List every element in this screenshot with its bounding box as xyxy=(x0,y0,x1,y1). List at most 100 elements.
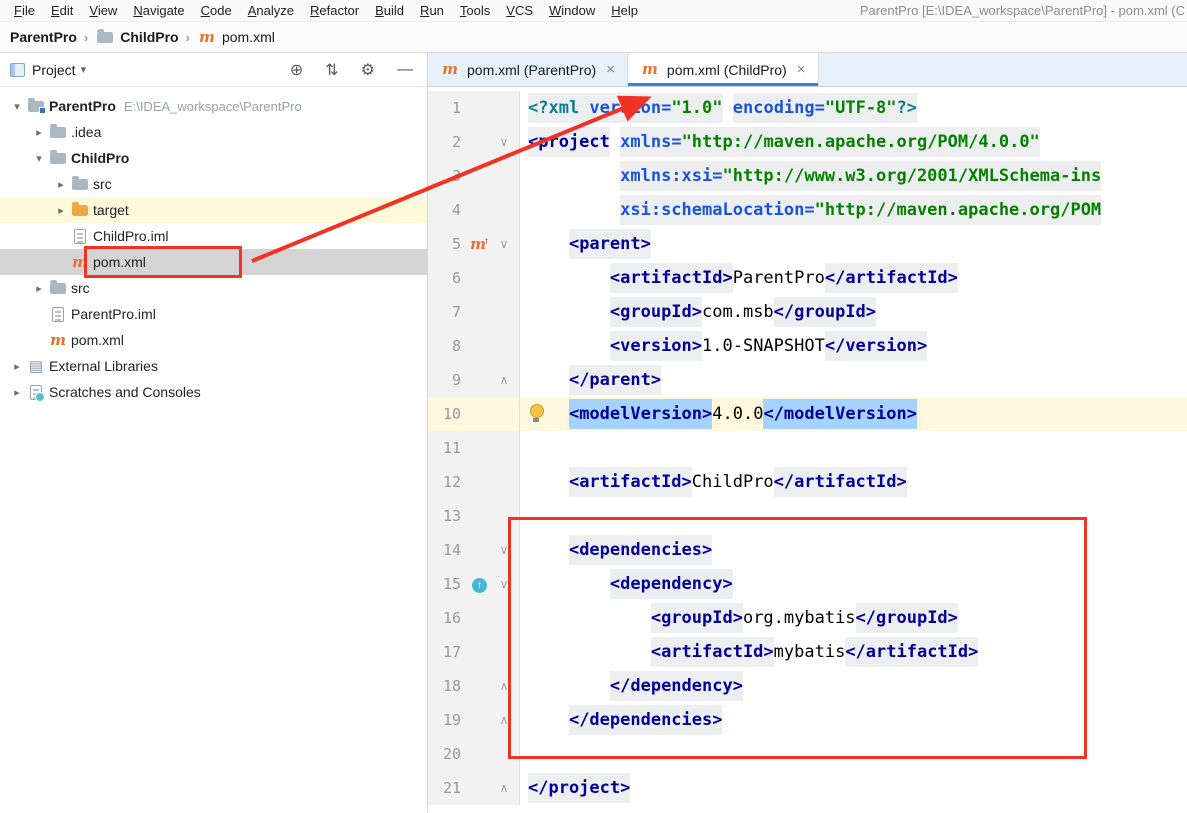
close-tab-icon[interactable]: × xyxy=(606,61,615,78)
code-line-4[interactable]: 4 xsi:schemaLocation="http://maven.apach… xyxy=(428,193,1187,227)
menu-item-vcs[interactable]: VCS xyxy=(498,2,541,19)
editor-tab-pom-xml-parentpro[interactable]: m pom.xml (ParentPro) × xyxy=(428,53,628,86)
close-tab-icon[interactable]: × xyxy=(797,61,806,78)
tree-item-pom-xml[interactable]: m pom.xml xyxy=(0,327,427,353)
code-line-12[interactable]: 12 <artifactId>ChildPro</artifactId> xyxy=(428,465,1187,499)
chevron-down-icon[interactable]: ▾ xyxy=(81,63,87,76)
menu-item-build[interactable]: Build xyxy=(367,2,412,19)
code-text[interactable]: <groupId>com.msb</groupId> xyxy=(520,295,1187,329)
tree-item-scratches-and-consoles[interactable]: ▸ Scratches and Consoles xyxy=(0,379,427,405)
fold-start-icon[interactable]: ∨ xyxy=(493,135,515,149)
menu-item-help[interactable]: Help xyxy=(603,2,646,19)
fold-start-icon[interactable]: ∨ xyxy=(493,237,515,251)
code-text[interactable]: <version>1.0-SNAPSHOT</version> xyxy=(520,329,1187,363)
chevron-right-icon[interactable]: ▸ xyxy=(30,126,48,139)
code-line-10[interactable]: 10 <modelVersion>4.0.0</modelVersion> xyxy=(428,397,1187,431)
code-text[interactable]: <dependency> xyxy=(520,567,1187,601)
fold-end-icon[interactable]: ∧ xyxy=(493,781,515,795)
code-text[interactable]: <groupId>org.mybatis</groupId> xyxy=(520,601,1187,635)
chevron-right-icon[interactable]: ▸ xyxy=(30,282,48,295)
locate-icon[interactable]: ⊕ xyxy=(290,60,303,80)
code-text[interactable]: <project xmlns="http://maven.apache.org/… xyxy=(520,125,1187,159)
code-line-14[interactable]: 14 ∨ <dependencies> xyxy=(428,533,1187,567)
menu-item-refactor[interactable]: Refactor xyxy=(302,2,367,19)
breadcrumb-item-parentpro[interactable]: ParentPro xyxy=(10,29,77,45)
code-line-5[interactable]: 5 m↑ ∨ <parent> xyxy=(428,227,1187,261)
code-line-11[interactable]: 11 xyxy=(428,431,1187,465)
override-indicator-icon[interactable]: ↑ xyxy=(472,578,487,593)
code-line-19[interactable]: 19 ∧ </dependencies> xyxy=(428,703,1187,737)
tree-item-pom-xml[interactable]: m pom.xml xyxy=(0,249,427,275)
code-text[interactable]: xmlns:xsi="http://www.w3.org/2001/XMLSch… xyxy=(520,159,1187,193)
editor-tab-pom-xml-childpro[interactable]: m pom.xml (ChildPro) × xyxy=(627,53,819,86)
chevron-down-icon[interactable]: ▾ xyxy=(30,152,48,165)
fold-end-icon[interactable]: ∧ xyxy=(493,679,515,693)
code-text[interactable] xyxy=(520,431,1187,465)
tree-item-childpro[interactable]: ▾ ChildPro xyxy=(0,145,427,171)
code-line-21[interactable]: 21 ∧ </project> xyxy=(428,771,1187,805)
menu-item-run[interactable]: Run xyxy=(412,2,452,19)
code-text[interactable]: <modelVersion>4.0.0</modelVersion> xyxy=(520,397,1187,431)
code-line-18[interactable]: 18 ∧ </dependency> xyxy=(428,669,1187,703)
settings-gear-icon[interactable]: ⚙ xyxy=(361,60,375,80)
code-text[interactable]: <parent> xyxy=(520,227,1187,261)
tree-item-parentpro[interactable]: ▾ ParentPro E:\IDEA_workspace\ParentPro xyxy=(0,93,427,119)
fold-end-icon[interactable]: ∧ xyxy=(493,713,515,727)
code-text[interactable] xyxy=(520,737,1187,771)
code-text[interactable]: <artifactId>ChildPro</artifactId> xyxy=(520,465,1187,499)
code-line-16[interactable]: 16 <groupId>org.mybatis</groupId> xyxy=(428,601,1187,635)
chevron-right-icon[interactable]: ▸ xyxy=(52,204,70,217)
code-text[interactable]: xsi:schemaLocation="http://maven.apache.… xyxy=(520,193,1187,227)
code-text[interactable]: <artifactId>ParentPro</artifactId> xyxy=(520,261,1187,295)
chevron-down-icon[interactable]: ▾ xyxy=(8,100,26,113)
code-text[interactable] xyxy=(520,499,1187,533)
menu-item-window[interactable]: Window xyxy=(541,2,603,19)
code-line-7[interactable]: 7 <groupId>com.msb</groupId> xyxy=(428,295,1187,329)
intention-bulb-icon[interactable] xyxy=(528,404,544,423)
menu-item-edit[interactable]: Edit xyxy=(43,2,81,19)
code-text[interactable]: <dependencies> xyxy=(520,533,1187,567)
tree-item-target[interactable]: ▸ target xyxy=(0,197,427,223)
hide-panel-icon[interactable]: — xyxy=(397,61,413,79)
code-text[interactable]: </parent> xyxy=(520,363,1187,397)
breadcrumb-item-pom-xml[interactable]: m pom.xml xyxy=(197,29,275,45)
menu-item-file[interactable]: File xyxy=(6,2,43,19)
fold-start-icon[interactable]: ∨ xyxy=(493,577,515,591)
menu-item-tools[interactable]: Tools xyxy=(452,2,498,19)
code-line-20[interactable]: 20 xyxy=(428,737,1187,771)
code-text[interactable]: <?xml version="1.0" encoding="UTF-8"?> xyxy=(520,91,1187,125)
chevron-right-icon[interactable]: ▸ xyxy=(52,178,70,191)
chevron-right-icon[interactable]: ▸ xyxy=(8,360,26,373)
fold-start-icon[interactable]: ∨ xyxy=(493,543,515,557)
code-line-2[interactable]: 2 ∨ <project xmlns="http://maven.apache.or… xyxy=(428,125,1187,159)
tree-item-src[interactable]: ▸ src xyxy=(0,275,427,301)
breadcrumb-item-childpro[interactable]: ChildPro xyxy=(95,28,179,45)
code-line-13[interactable]: 13 xyxy=(428,499,1187,533)
code-line-17[interactable]: 17 <artifactId>mybatis</artifactId> xyxy=(428,635,1187,669)
tree-item-childpro-iml[interactable]: ChildPro.iml xyxy=(0,223,427,249)
collapse-all-icon[interactable]: ⇅ xyxy=(325,60,338,80)
menu-item-code[interactable]: Code xyxy=(193,2,240,19)
code-line-9[interactable]: 9 ∧ </parent> xyxy=(428,363,1187,397)
code-text[interactable]: </dependencies> xyxy=(520,703,1187,737)
code-line-6[interactable]: 6 <artifactId>ParentPro</artifactId> xyxy=(428,261,1187,295)
code-line-8[interactable]: 8 <version>1.0-SNAPSHOT</version> xyxy=(428,329,1187,363)
code-text[interactable]: </dependency> xyxy=(520,669,1187,703)
editor-body[interactable]: 1 <?xml version="1.0" encoding="UTF-8"?> 2… xyxy=(428,87,1187,812)
code-line-3[interactable]: 3 xmlns:xsi="http://www.w3.org/2001/XMLS… xyxy=(428,159,1187,193)
code-text[interactable]: <artifactId>mybatis</artifactId> xyxy=(520,635,1187,669)
project-view-title[interactable]: Project xyxy=(32,62,76,78)
menu-item-view[interactable]: View xyxy=(81,2,125,19)
code-text[interactable]: </project> xyxy=(520,771,1187,805)
tree-item-parentpro-iml[interactable]: ParentPro.iml xyxy=(0,301,427,327)
tree-item-external-libraries[interactable]: ▸ ▤ External Libraries xyxy=(0,353,427,379)
maven-parent-icon[interactable]: m↑ xyxy=(470,236,489,252)
menu-item-navigate[interactable]: Navigate xyxy=(125,2,192,19)
chevron-right-icon[interactable]: ▸ xyxy=(8,386,26,399)
code-line-1[interactable]: 1 <?xml version="1.0" encoding="UTF-8"?> xyxy=(428,91,1187,125)
menu-item-analyze[interactable]: Analyze xyxy=(240,2,302,19)
code-line-15[interactable]: 15 ↑ ∨ <dependency> xyxy=(428,567,1187,601)
tree-item-idea[interactable]: ▸ .idea xyxy=(0,119,427,145)
tree-item-src[interactable]: ▸ src xyxy=(0,171,427,197)
fold-end-icon[interactable]: ∧ xyxy=(493,373,515,387)
